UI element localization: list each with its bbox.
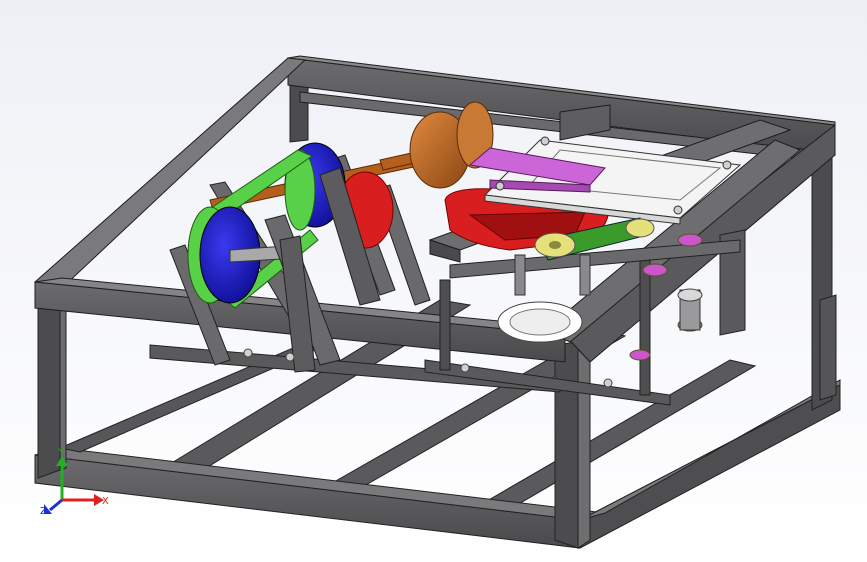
z-axis-arrow: [49, 498, 63, 512]
assembly-model[interactable]: Y X Z: [0, 0, 867, 562]
x-axis-label: X: [102, 496, 109, 507]
y-axis-label: Y: [57, 447, 65, 458]
cad-viewport[interactable]: Y X Z: [0, 0, 867, 562]
cup-assembly[interactable]: [379, 101, 494, 189]
top-frame: [33, 55, 836, 363]
z-axis-label: Z: [40, 506, 47, 517]
